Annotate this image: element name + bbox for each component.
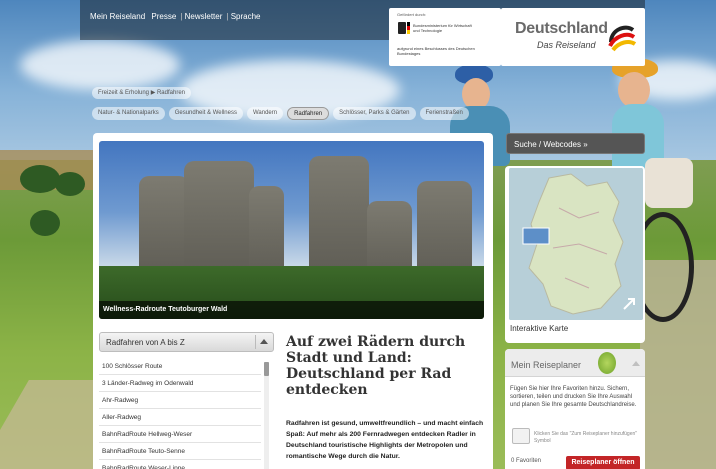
tree — [30, 210, 60, 236]
article-body: Radfahren ist gesund, umweltfreundlich –… — [286, 420, 484, 460]
nav-mein-reiseland[interactable]: Mein Reiseland — [90, 12, 145, 21]
list-item[interactable]: Ahr-Radweg — [99, 392, 261, 409]
leaf-icon — [598, 352, 616, 374]
nav-separator: | — [180, 12, 183, 21]
list-items: 100 Schlösser Route 3 Länder-Radweg im Od… — [99, 358, 261, 469]
category-tab[interactable]: Radfahren — [287, 107, 330, 120]
planner-text: Fügen Sie hier Ihre Favoriten hinzu. Sic… — [510, 386, 637, 408]
list-scrollbar[interactable] — [264, 362, 269, 469]
nav-separator: | — [226, 12, 229, 21]
list-dropdown[interactable]: Radfahren von A bis Z — [99, 332, 274, 352]
a-z-list: Radfahren von A bis Z 100 Schlösser Rout… — [99, 332, 274, 469]
sponsor-logo[interactable]: Gefördert durch: Bundesministerium für W… — [389, 8, 501, 66]
category-tab[interactable]: Wandern — [246, 107, 284, 120]
list-item[interactable]: 3 Länder-Radweg im Odenwald — [99, 375, 261, 392]
expand-icon[interactable] — [621, 296, 637, 312]
nav-sprache[interactable]: Sprache — [231, 12, 261, 21]
hero-caption: Wellness-Radroute Teutoburger Wald — [99, 301, 484, 319]
tree — [55, 172, 85, 196]
article-title: Auf zwei Rädern durch Stadt und Land: De… — [286, 334, 466, 398]
list-item[interactable]: 100 Schlösser Route — [99, 358, 261, 375]
category-tab[interactable]: Ferienstraßen — [419, 107, 469, 120]
list-header: Radfahren von A bis Z — [106, 338, 185, 347]
german-flag-icon — [407, 22, 410, 34]
category-tab[interactable]: Schlösser, Parks & Gärten — [333, 107, 416, 120]
brand-title: Deutschland — [515, 20, 608, 37]
nav-presse[interactable]: Presse — [151, 12, 176, 21]
planner-title: Mein Reiseplaner — [511, 360, 582, 370]
brand-subtitle: Das Reiseland — [537, 40, 596, 50]
sponsor-label: Gefördert durch: — [397, 12, 427, 17]
breadcrumb[interactable]: Freizeit & Erholung ▶ Radfahren — [92, 87, 191, 99]
eagle-icon — [398, 22, 406, 34]
sponsor-footer: aufgrund eines Beschlusses des Deutschen… — [397, 46, 475, 56]
collapse-arrow-icon[interactable] — [255, 335, 271, 349]
brand-logo[interactable]: Deutschland Das Reiseland — [501, 8, 645, 66]
list-item[interactable]: Aller-Radweg — [99, 409, 261, 426]
list-item[interactable]: BahnRadRoute Weser-Lippe — [99, 460, 261, 469]
map-label[interactable]: Interaktive Karte — [510, 324, 568, 333]
hero-image: Wellness-Radroute Teutoburger Wald — [99, 141, 484, 319]
open-planner-button[interactable]: Reiseplaner öffnen — [566, 456, 640, 469]
sponsor-ministry: Bundesministerium für Wirtschaft und Tec… — [413, 23, 472, 33]
category-tab[interactable]: Gesundheit & Wellness — [168, 107, 243, 120]
category-tab[interactable]: Natur- & Nationalparks — [92, 107, 165, 120]
favorites-count: 0 Favoriten — [511, 458, 542, 464]
cloud — [20, 40, 180, 90]
swirl-logo-icon — [608, 25, 637, 52]
collapse-arrow-icon[interactable] — [632, 361, 640, 366]
tree — [20, 165, 60, 193]
search-webcodes-button[interactable]: Suche / Webcodes » — [506, 133, 645, 154]
planner-tip: Klicken Sie das "Zum Reiseplaner hinzufü… — [534, 431, 638, 444]
list-item[interactable]: BahnRadRoute Hellweg-Weser — [99, 426, 261, 443]
top-nav: Mein Reiseland Presse | Newsletter | Sprac… — [90, 12, 261, 21]
nav-newsletter[interactable]: Newsletter — [185, 12, 223, 21]
add-to-planner-icon — [512, 428, 530, 444]
category-tabs: Natur- & Nationalparks Gesundheit & Welln… — [92, 107, 469, 120]
scrollbar-thumb[interactable] — [264, 362, 269, 376]
list-item[interactable]: BahnRadRoute Teuto-Senne — [99, 443, 261, 460]
